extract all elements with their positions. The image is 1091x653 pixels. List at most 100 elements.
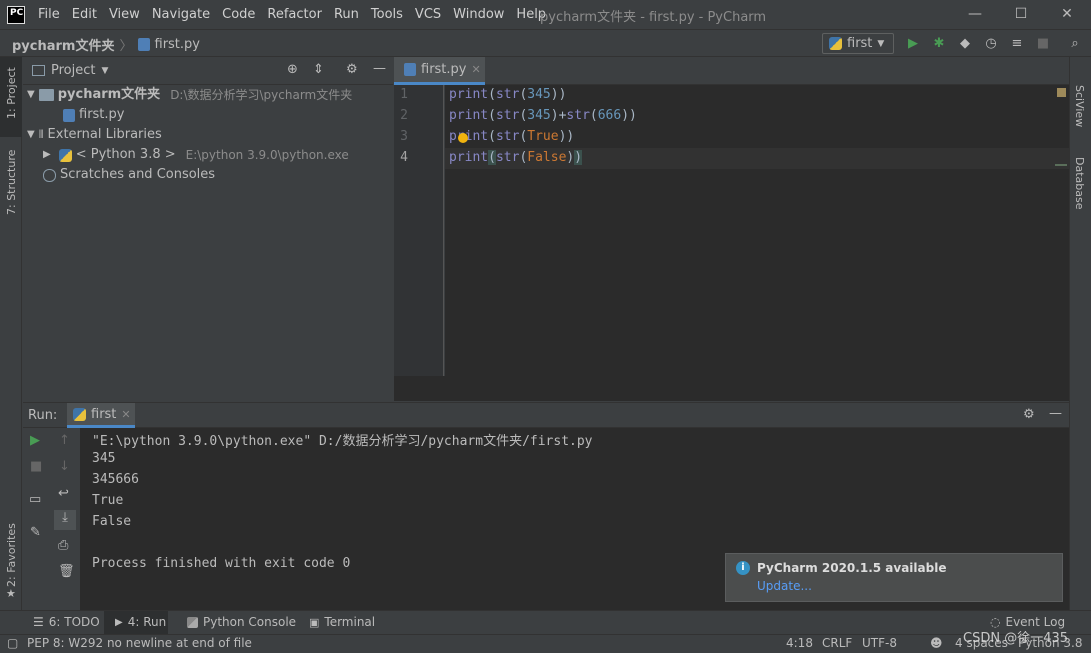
concurrency-icon[interactable]: ≡ [1009,36,1025,52]
run-toolbar-secondary: ↑ ↓ ↩ ⤓ ⎙ 🗑 [51,428,79,610]
python-icon [73,407,86,421]
tree-item-external-libraries[interactable]: ▼ ⦀ External Libraries [27,125,162,145]
run-toolbar-primary: ▶ ■ ▭ ✎ [23,428,49,610]
console-line: True [92,493,124,508]
arrow-up-icon[interactable]: ↑ [59,433,70,448]
python-console-tab[interactable]: Python Console [187,615,296,629]
minimize-button[interactable]: — [952,0,998,29]
python-sdk-name: < Python 3.8 > [75,147,176,162]
root-folder-path: D:\数据分析学习\pycharm文件夹 [170,88,353,102]
arrow-down-icon[interactable]: ↓ [59,459,70,474]
terminal-tab[interactable]: ▣ Terminal [309,615,375,629]
search-icon[interactable]: ⌕ [1067,36,1083,52]
collapse-all-icon[interactable]: ⇕ [313,62,324,77]
python-file-icon [404,63,416,76]
todo-tab[interactable]: ☰ 6: TODO [33,615,100,629]
layout-icon[interactable]: ▭ [29,492,41,507]
code-editor[interactable]: print(str(345)) print(str(345)+str(666))… [445,85,1069,376]
star-icon: ★ [6,587,16,600]
rerun-icon[interactable]: ▶ [30,433,40,448]
hide-panel-icon[interactable]: — [373,61,386,76]
status-message[interactable]: PEP 8: W292 no newline at end of file [27,636,252,650]
sciview-tool-tab[interactable]: SciView [1073,85,1086,127]
trash-icon[interactable]: 🗑 [58,564,75,579]
lightbulb-icon[interactable] [458,133,468,143]
close-tab-icon[interactable]: ✕ [121,408,130,421]
chevron-down-icon: ▼ [877,38,885,49]
status-toggle-icon[interactable]: ▢ [7,636,18,650]
run-tool-tab-label: 4: Run [127,615,167,629]
gear-icon[interactable]: ⚙ [1023,407,1035,422]
project-panel-title[interactable]: Project [51,63,95,78]
console-line: 345 [92,451,116,466]
scroll-to-end-icon[interactable]: ⤓ [54,510,76,530]
tree-item-scratches[interactable]: Scratches and Consoles [43,165,215,185]
pin-icon[interactable]: ✎ [30,525,41,540]
menu-run[interactable]: Run [328,7,365,22]
coverage-icon[interactable]: ◆ [957,36,973,52]
python-icon [829,37,842,50]
menu-navigate[interactable]: Navigate [146,7,216,22]
file-encoding[interactable]: UTF-8 [862,636,897,650]
update-notification[interactable]: i PyCharm 2020.1.5 available Update... [725,553,1063,602]
library-icon: ⦀ [38,128,44,141]
run-tool-tab[interactable]: ▶ 4: Run [115,615,166,629]
tree-item-file[interactable]: first.py [63,105,124,125]
database-tool-tab[interactable]: Database [1073,157,1086,210]
favorites-tool-tab[interactable]: 2: Favorites [5,523,18,587]
inspection-status-icon[interactable] [1057,88,1066,97]
locate-icon[interactable]: ⊕ [287,62,298,77]
close-tab-icon[interactable]: ✕ [471,63,480,76]
profile-icon[interactable]: ◷ [983,36,999,52]
line-number: 1 [400,87,408,102]
structure-tool-tab[interactable]: 7: Structure [5,150,18,215]
menu-bar: File Edit View Navigate Code Refactor Ru… [32,7,552,22]
play-icon: ▶ [115,616,123,628]
menu-refactor[interactable]: Refactor [261,7,328,22]
editor-empty-area [394,376,1069,401]
project-tree: ▼ pycharm文件夹 D:\数据分析学习\pycharm文件夹 first.… [23,85,393,401]
inspector-icon[interactable]: ☻ [930,636,943,650]
menu-view[interactable]: View [103,7,146,22]
hide-panel-icon[interactable]: — [1049,406,1062,421]
menu-code[interactable]: Code [216,7,261,22]
debug-icon[interactable]: ✱ [931,36,947,52]
code-line-2: print(str(345)+str(666)) [449,108,637,123]
menu-window[interactable]: Window [447,7,510,22]
file-name: first.py [79,107,125,122]
run-tab-first[interactable]: first ✕ [67,403,135,428]
tree-item-root[interactable]: ▼ pycharm文件夹 D:\数据分析学习\pycharm文件夹 [27,85,352,105]
external-libraries-label: External Libraries [47,127,162,142]
caret-position[interactable]: 4:18 [786,636,813,650]
run-config-select[interactable]: first ▼ [822,33,894,54]
stop-icon[interactable]: ■ [1035,36,1051,52]
terminal-tab-label: Terminal [324,615,376,629]
run-config-label: first [847,36,873,51]
update-link[interactable]: Update... [757,579,812,593]
line-number: 2 [400,108,408,123]
console-line: Process finished with exit code 0 [92,556,351,571]
python-icon [187,616,198,628]
notification-title: PyCharm 2020.1.5 available [757,561,947,575]
run-icon[interactable]: ▶ [905,36,921,52]
editor-tab-first-py[interactable]: first.py ✕ [394,57,485,85]
tree-item-python-sdk[interactable]: ▶ < Python 3.8 > E:\python 3.9.0\python.… [43,145,349,165]
stop-icon[interactable]: ■ [30,459,42,474]
breadcrumb-file[interactable]: first.py [155,37,200,52]
chevron-down-icon[interactable]: ▼ [101,66,108,76]
window-title: pycharm文件夹 - first.py - PyCharm [540,10,767,25]
menu-tools[interactable]: Tools [365,7,409,22]
folder-icon [38,89,54,101]
warning-stripe-mark[interactable] [1055,164,1067,166]
breadcrumb-project[interactable]: pycharm文件夹 [12,35,114,54]
menu-file[interactable]: File [32,7,66,22]
gear-icon[interactable]: ⚙ [346,62,358,77]
soft-wrap-icon[interactable]: ↩ [58,486,69,501]
menu-edit[interactable]: Edit [66,7,103,22]
line-separator[interactable]: CRLF [822,636,852,650]
print-icon[interactable]: ⎙ [58,538,68,553]
status-bar: ▢ PEP 8: W292 no newline at end of file … [0,631,1091,653]
maximize-button[interactable]: ☐ [998,0,1044,29]
menu-vcs[interactable]: VCS [409,7,447,22]
close-window-button[interactable]: ✕ [1044,0,1090,29]
